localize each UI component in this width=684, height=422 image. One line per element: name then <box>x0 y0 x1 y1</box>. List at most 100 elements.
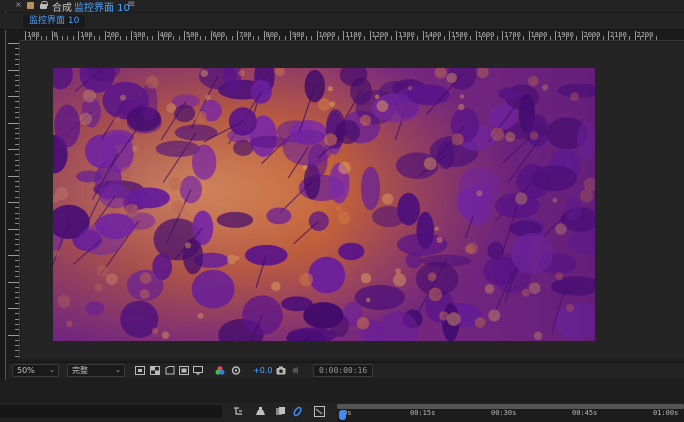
mask-path-icon[interactable] <box>165 366 175 375</box>
ruler-minor-tick <box>353 36 355 40</box>
ruler-minor-tick <box>459 36 461 40</box>
shy-layers-icon[interactable] <box>233 406 244 417</box>
ruler-major-tick <box>475 31 477 40</box>
ruler-major-tick <box>237 31 238 40</box>
ruler-major-tick <box>396 31 397 40</box>
ruler-minor-tick <box>120 36 122 40</box>
ruler-major-tick <box>316 31 318 40</box>
composition-viewer[interactable] <box>21 42 684 359</box>
ruler-minor-tick <box>549 36 551 40</box>
ruler-minor-tick <box>443 36 445 40</box>
ruler-tick-label: 100 <box>27 31 40 39</box>
ruler-minor-tick <box>226 36 228 40</box>
ruler-vertical-tick <box>15 329 19 331</box>
ruler-vertical-tick <box>15 85 19 87</box>
motion-blur-icon[interactable] <box>275 406 286 417</box>
safe-margins-icon[interactable] <box>179 366 189 375</box>
chevron-down-icon: ⌄ <box>49 366 55 374</box>
ruler-vertical-tick <box>8 69 19 71</box>
region-of-interest-icon[interactable] <box>135 366 145 375</box>
ruler-minor-tick <box>168 36 170 40</box>
ruler-minor-tick <box>507 36 509 40</box>
composition-frame[interactable] <box>53 68 595 341</box>
ruler-vertical-tick <box>8 43 19 44</box>
panel-menu-icon[interactable]: ≡ <box>127 0 135 10</box>
ruler-minor-tick <box>602 36 604 40</box>
ruler-minor-tick <box>152 36 154 40</box>
ruler-vertical-tick <box>15 249 19 251</box>
ruler-minor-tick <box>72 36 74 40</box>
layer-search-field[interactable] <box>0 405 222 418</box>
ruler-vertical-tick <box>15 239 19 241</box>
ruler-minor-tick <box>592 36 594 40</box>
ruler-minor-tick <box>539 36 541 40</box>
ruler-minor-tick <box>480 36 482 40</box>
ruler-minor-tick <box>279 36 281 40</box>
ruler-vertical-tick <box>8 281 19 283</box>
frame-blending-icon[interactable] <box>255 406 266 417</box>
ruler-minor-tick <box>178 36 180 40</box>
ruler-major-tick <box>502 31 503 40</box>
exposure-value[interactable]: +0.0 <box>253 364 272 377</box>
ruler-major-tick <box>51 31 53 40</box>
lock-icon[interactable] <box>40 1 48 9</box>
ruler-minor-tick <box>258 36 260 40</box>
ruler-vertical-tick <box>15 186 19 188</box>
close-tab-icon[interactable]: × <box>15 0 22 9</box>
exposure-reset-icon[interactable] <box>231 366 241 375</box>
ruler-vertical-tick <box>15 191 19 193</box>
snapshot-icon[interactable] <box>276 366 286 375</box>
ruler-major-tick <box>131 31 132 40</box>
ruler-vertical-tick <box>15 217 19 219</box>
transparency-grid-icon[interactable] <box>150 366 160 375</box>
graph-editor-icon[interactable] <box>292 406 303 417</box>
ruler-minor-tick <box>597 36 599 40</box>
ruler-minor-tick <box>374 36 376 40</box>
current-time-display[interactable]: 0:00:00:16 <box>313 364 374 377</box>
ruler-major-tick <box>290 31 291 40</box>
label-color-swatch[interactable] <box>27 2 34 9</box>
resolution-dropdown[interactable]: 完整 ⌄ <box>67 364 125 377</box>
ruler-minor-tick <box>136 36 138 40</box>
ruler-minor-tick <box>321 36 323 40</box>
ruler-minor-tick <box>512 36 514 40</box>
ruler-minor-tick <box>406 36 408 40</box>
ruler-major-tick <box>422 31 424 40</box>
ruler-vertical-tick <box>15 339 19 341</box>
ruler-minor-tick <box>454 36 456 40</box>
channel-icon[interactable] <box>193 366 203 375</box>
ruler-minor-tick <box>491 36 493 40</box>
show-snapshot-icon[interactable] <box>291 366 301 375</box>
time-label-2: 00:30s <box>491 409 517 417</box>
ruler-vertical-tick <box>15 90 19 92</box>
ruler-major-tick <box>25 31 26 40</box>
ruler-minor-tick <box>30 36 32 40</box>
ruler-major-tick <box>608 31 609 40</box>
ruler-minor-tick <box>268 36 270 40</box>
playhead[interactable] <box>339 410 346 420</box>
time-label-4: 01:00s <box>653 409 679 417</box>
ruler-minor-tick <box>284 36 286 40</box>
time-label-1: 00:15s <box>410 409 436 417</box>
composition-mini-flowchart-icon[interactable] <box>314 406 325 417</box>
ruler-major-tick <box>78 31 79 40</box>
ruler-left[interactable] <box>8 41 20 359</box>
ruler-minor-tick <box>295 36 297 40</box>
color-management-icon[interactable] <box>215 366 225 375</box>
breadcrumb-comp[interactable]: 监控界面 10 <box>23 15 86 28</box>
ruler-minor-tick <box>380 36 382 40</box>
ruler-vertical-tick <box>15 159 19 161</box>
ruler-major-tick <box>528 31 530 40</box>
ruler-minor-tick <box>141 36 143 40</box>
ruler-minor-tick <box>427 36 429 40</box>
ruler-minor-tick <box>194 36 196 40</box>
comp-name-dropdown[interactable]: 监控界面 10 <box>74 0 130 14</box>
ruler-origin[interactable] <box>8 31 20 41</box>
ruler-vertical-tick <box>15 48 19 50</box>
ruler-minor-tick <box>189 36 191 40</box>
ruler-major-tick <box>634 31 636 40</box>
ruler-vertical-tick <box>15 164 19 166</box>
magnification-dropdown[interactable]: 50% ⌄ <box>12 364 59 377</box>
ruler-tick-label: 500 <box>186 31 199 39</box>
ruler-top[interactable]: 100 0 100 200 300 400 500 600 700 800 900 1000 1100 1… <box>20 31 684 41</box>
